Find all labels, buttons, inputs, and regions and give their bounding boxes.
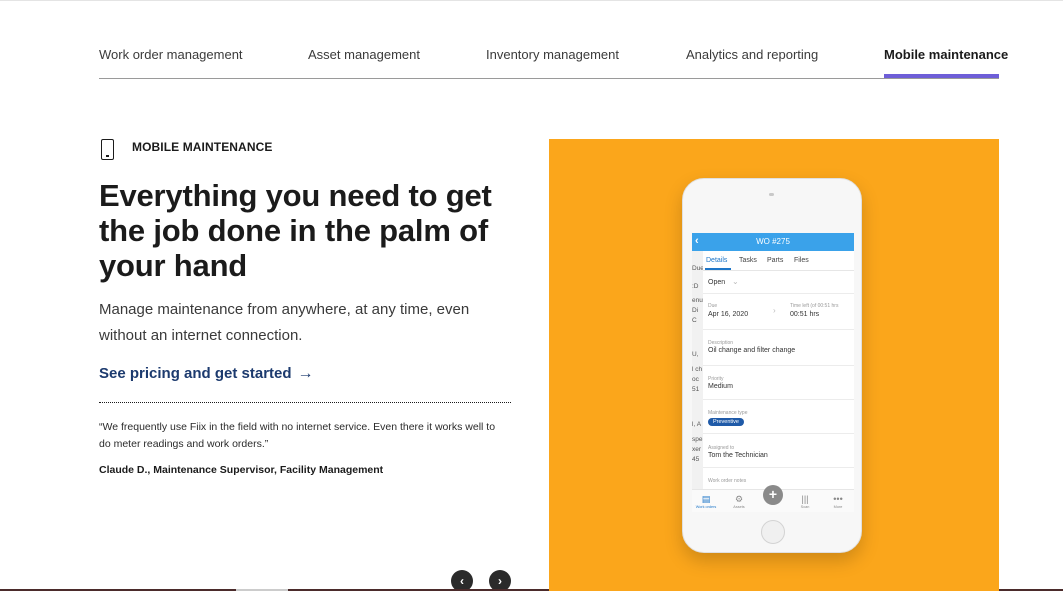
strip-text: 45 [692,456,700,463]
strip-text: l ch [692,366,703,373]
arrow-right-icon: → [297,365,314,382]
maintenance-type-badge: Preventive [708,418,744,426]
section-label: MOBILE MAINTENANCE [132,140,273,154]
tab-work-order-management[interactable]: Work order management [99,47,243,62]
feature-tabs: Work order management Asset management I… [99,40,1008,79]
assigned-label: Assigned to [708,445,735,451]
time-left-label: Time left (of 00:51 hrs [790,303,839,309]
assigned-value: Tom the Technician [708,452,768,459]
top-divider [0,0,1063,1]
maintenance-type-panel: Maintenance type Preventive [703,400,854,434]
strip-text: l, A [692,421,702,428]
strip-text: Di [692,307,699,314]
tab-asset-management[interactable]: Asset management [308,47,420,62]
clipboard-icon: ▤ [701,494,711,504]
phone-home-button [761,520,785,544]
strip-text: 51 [692,386,700,393]
due-panel: Due Apr 16, 2020 › Time left (of 00:51 h… [703,294,854,330]
description-label: Description [708,340,734,346]
app-tab-details[interactable]: Details [706,257,727,264]
phone-speaker [769,193,774,196]
carousel-prev-button[interactable]: ‹ [451,570,473,591]
strip-text: :D [692,283,699,290]
app-header: ‹ WO #275 [692,233,854,251]
tab-inventory-management[interactable]: Inventory management [486,47,619,62]
nav-label: Work orders [695,505,717,509]
app-bottom-nav: ▤ Work orders ⚙ Assets + ||| Scan ••• Mo… [692,485,854,512]
strip-text: spe [692,436,703,443]
page-headline: Everything you need to get the job done … [99,178,492,283]
due-value: Apr 16, 2020 [708,311,749,318]
nav-label: Assets [733,505,745,509]
description-panel: Description Oil change and filter change [703,330,854,366]
work-order-title: WO #275 [756,237,790,246]
testimonial-attribution: Claude D., Maintenance Supervisor, Facil… [99,464,384,476]
see-pricing-link[interactable]: See pricing and get started → [99,365,314,383]
feature-visual: Due :D enu Di C U, l ch oc 51 l, A spe x… [549,139,999,591]
due-label: Due [708,303,718,309]
app-tab-indicator [705,268,731,270]
status-panel[interactable]: Open ⌄ [703,272,854,294]
nav-work-orders[interactable]: ▤ Work orders [694,494,718,509]
more-icon: ••• [833,494,843,504]
strip-text: oc [692,376,699,383]
strip-text: C [692,317,697,324]
description-value: Oil change and filter change [708,347,796,354]
notes-label: Work order notes [708,478,747,484]
testimonial-quote: “We frequently use Fiix in the field wit… [99,421,496,450]
phone-mockup: Due :D enu Di C U, l ch oc 51 l, A spe x… [682,178,862,553]
strip-text: enu [692,297,703,304]
tab-mobile-maintenance[interactable]: Mobile maintenance [884,47,1008,62]
time-left-value: 00:51 hrs [790,311,820,318]
strip-text: xer [692,446,702,453]
phone-screen: Due :D enu Di C U, l ch oc 51 l, A spe x… [692,233,854,512]
active-tab-indicator [884,74,999,78]
chevron-down-icon: ⌄ [732,277,739,286]
app-tab-tasks[interactable]: Tasks [739,257,757,264]
barcode-icon: ||| [801,494,809,504]
app-tab-files[interactable]: Files [794,257,809,264]
status-value: Open [708,279,726,286]
plus-icon: + [768,486,778,502]
lead-paragraph: Manage maintenance from anywhere, at any… [99,301,470,344]
nav-assets[interactable]: ⚙ Assets [727,494,751,509]
dotted-divider [99,402,511,403]
app-tab-parts[interactable]: Parts [767,257,783,264]
priority-label: Priority [708,376,724,382]
strip-text: U, [692,351,699,358]
app-tabs: Details Tasks Parts Files [703,251,854,271]
chevron-right-icon: › [498,574,502,588]
nav-more[interactable]: ••• More [826,494,850,509]
chevron-left-icon: ‹ [460,574,464,588]
priority-value: Medium [708,383,733,390]
assigned-panel: Assigned to Tom the Technician [703,434,854,468]
assets-icon: ⚙ [734,494,744,504]
cta-label: See pricing and get started [99,365,292,382]
nav-scan[interactable]: ||| Scan [793,494,817,509]
nav-label: Scan [800,505,810,509]
maintenance-type-label: Maintenance type [708,410,748,416]
chevron-right-icon: › [773,306,776,315]
mobile-phone-icon [101,139,114,160]
add-fab-button[interactable]: + [763,485,783,505]
list-peek-strip: Due :D enu Di C U, l ch oc 51 l, A spe x… [692,233,704,512]
nav-label: More [833,505,843,509]
priority-panel: Priority Medium [703,366,854,400]
carousel-next-button[interactable]: › [489,570,511,591]
tab-analytics-and-reporting[interactable]: Analytics and reporting [686,47,818,62]
